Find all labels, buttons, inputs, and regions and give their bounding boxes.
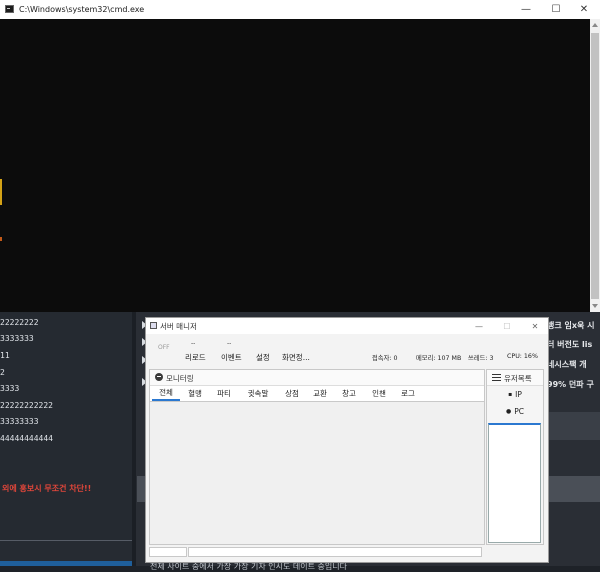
tab-shop[interactable]: 상점 <box>278 386 306 401</box>
edge-highlight <box>0 237 2 241</box>
chat-line: 11 <box>0 351 10 360</box>
tab-enchant[interactable]: 인챈 <box>364 386 394 401</box>
chat-line: 2 <box>0 368 5 377</box>
chat-line: 44444444444 <box>0 434 53 443</box>
user-filter-label: PC <box>514 407 524 416</box>
cmd-window-title: C:\Windows\system32\cmd.exe <box>19 5 145 14</box>
chat-line: 3333333 <box>0 334 34 343</box>
server-status-toggle[interactable]: OFF <box>158 344 170 351</box>
user-filter-pc[interactable]: ● PC <box>487 404 543 419</box>
reload-button[interactable]: 리로드 <box>185 352 206 363</box>
screen-cleanup-button[interactable]: 화면정... <box>282 352 310 363</box>
chat-input-area[interactable] <box>0 540 132 561</box>
background-card <box>549 476 600 502</box>
cpu-usage: CPU: 16% <box>507 353 538 360</box>
chat-line: 22222222222 <box>0 401 53 410</box>
background-taskbar-strip <box>0 561 132 566</box>
cmd-scrollbar[interactable] <box>590 19 600 312</box>
settings-button[interactable]: 설정 <box>256 352 270 363</box>
tab-trade[interactable]: 교환 <box>306 386 334 401</box>
minimize-button[interactable]: — <box>513 1 539 18</box>
connected-users-count: 접속자: 0 <box>372 355 398 362</box>
news-item[interactable]: 터 버전도 lis <box>547 339 592 350</box>
background-left-panel: 22222222 3333333 11 2 3333 22222222222 3… <box>0 312 132 566</box>
background-card <box>549 412 600 440</box>
minimize-button[interactable]: — <box>468 318 490 334</box>
status-bar <box>149 547 485 557</box>
monitoring-header: 모니터링 <box>150 370 484 386</box>
server-manager-title: 서버 매니저 <box>160 322 197 331</box>
server-manager-titlebar[interactable]: 서버 매니저 — ☐ ✕ <box>146 318 548 334</box>
tab-all[interactable]: 전체 <box>152 386 180 401</box>
close-button[interactable]: ✕ <box>524 318 546 334</box>
status-cell <box>149 547 187 557</box>
app-icon <box>150 322 157 329</box>
scroll-up-arrow-icon[interactable] <box>592 23 598 27</box>
scrollbar-thumb[interactable] <box>591 33 599 299</box>
news-item[interactable]: 99% 던파 구 <box>547 379 594 390</box>
user-list[interactable] <box>488 423 541 543</box>
edge-highlight <box>0 179 2 205</box>
memory-usage: 메모리: 107 MB <box>416 355 462 362</box>
tab-clan[interactable]: 혈맹 <box>180 386 210 401</box>
warning-notice: 외에 홍보시 무조건 차단!! <box>2 484 92 493</box>
tab-log[interactable]: 로그 <box>394 386 422 401</box>
tab-party[interactable]: 파티 <box>210 386 238 401</box>
cmd-titlebar[interactable]: C:\Windows\system32\cmd.exe — ☐ ✕ <box>0 0 600 19</box>
console-icon <box>5 5 14 13</box>
event-button[interactable]: 이벤트 <box>221 352 242 363</box>
user-list-title: 유저목록 <box>504 374 532 383</box>
monitoring-tabs: 전체 혈맹 파티 귓속말 상점 교환 창고 인챈 로그 <box>150 386 484 402</box>
list-icon <box>492 374 501 381</box>
user-list-header: 유저목록 <box>487 370 543 386</box>
tab-whisper[interactable]: 귓속말 <box>238 386 278 401</box>
cmd-window[interactable]: C:\Windows\system32\cmd.exe — ☐ ✕ <box>0 0 600 312</box>
tab-warehouse[interactable]: 창고 <box>334 386 364 401</box>
thread-count: 쓰레드: 3 <box>468 355 494 362</box>
toolbar-indicator: -- <box>227 340 232 347</box>
status-cell <box>188 547 482 557</box>
monitor-icon <box>155 373 163 381</box>
toolbar-indicator: -- <box>191 340 196 347</box>
user-list-panel: 유저목록 ▪ IP ● PC <box>486 369 544 545</box>
chat-line: 3333 <box>0 384 20 393</box>
chat-line: 33333333 <box>0 417 39 426</box>
user-filter-label: IP <box>515 390 522 399</box>
news-item[interactable]: 뱅크 임x욱 시 <box>547 320 595 331</box>
maximize-button[interactable]: ☐ <box>496 318 518 334</box>
plug-icon: ▪ <box>508 391 513 398</box>
news-item[interactable]: 네시스팩 개 <box>547 359 587 370</box>
user-filter-ip[interactable]: ▪ IP <box>487 387 543 402</box>
monitoring-title: 모니터링 <box>166 374 194 383</box>
chat-line: 22222222 <box>0 318 39 327</box>
monitoring-log-area[interactable] <box>150 402 484 544</box>
monitoring-panel: 모니터링 전체 혈맹 파티 귓속말 상점 교환 창고 인챈 로그 <box>149 369 485 545</box>
server-toolbar: OFF -- -- 리로드 이벤트 설정 화면정... 접속자: 0 메모리: … <box>146 334 548 367</box>
close-button[interactable]: ✕ <box>571 1 597 18</box>
console-output-area[interactable] <box>0 19 590 312</box>
server-manager-window[interactable]: 서버 매니저 — ☐ ✕ OFF -- -- 리로드 이벤트 설정 화면정...… <box>145 317 549 563</box>
scroll-down-arrow-icon[interactable] <box>592 304 598 308</box>
maximize-button[interactable]: ☐ <box>543 1 569 18</box>
person-icon: ● <box>505 408 512 415</box>
